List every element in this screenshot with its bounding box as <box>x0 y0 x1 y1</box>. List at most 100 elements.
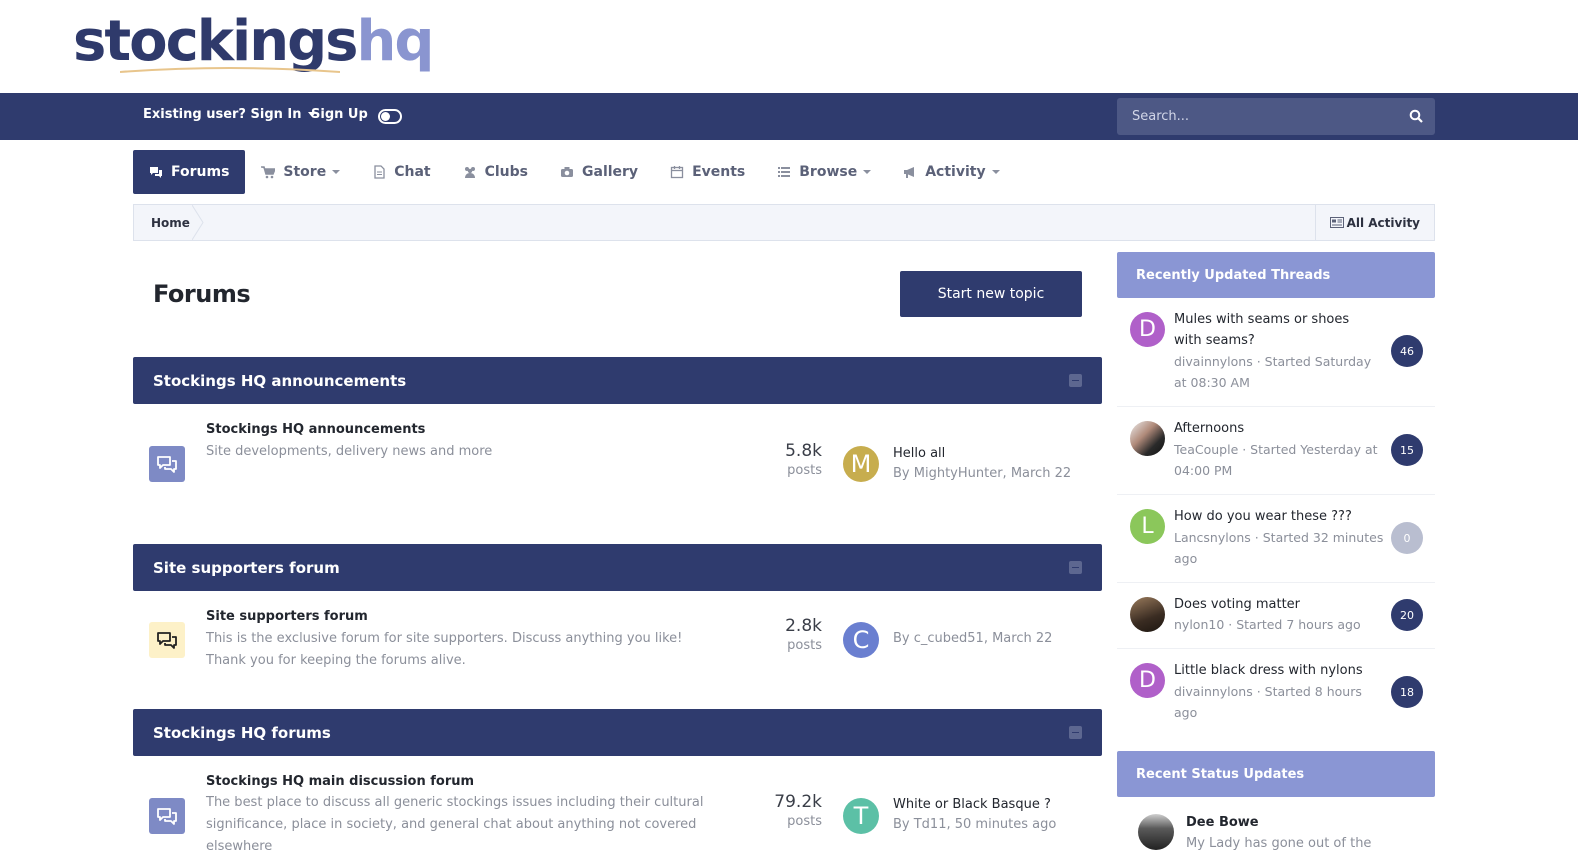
chevron-down-icon <box>863 170 872 174</box>
logo-swoosh-icon <box>120 67 340 73</box>
logo-text-accent: hq <box>356 9 435 74</box>
avatar[interactable] <box>1138 814 1174 850</box>
avatar[interactable]: C <box>843 622 879 658</box>
post-count-label: posts <box>787 463 822 478</box>
avatar[interactable]: M <box>843 446 879 482</box>
status-author[interactable]: Dee Bowe <box>1186 815 1259 830</box>
logo-text-main: stockings <box>73 9 358 74</box>
search-input[interactable] <box>1117 98 1397 135</box>
sign-up-link[interactable]: Sign Up <box>311 107 368 122</box>
thread-title[interactable]: How do you wear these ??? <box>1174 506 1379 527</box>
nav-gallery[interactable]: Gallery <box>544 150 654 194</box>
last-post-meta: By c_cubed51, March 22 <box>893 631 1053 646</box>
forum-row: Stockings HQ announcements Site developm… <box>133 404 1102 544</box>
forum-title[interactable]: Stockings HQ announcements <box>206 422 425 437</box>
reply-count-badge: 18 <box>1391 676 1423 708</box>
comments-icon <box>157 808 177 825</box>
thread-meta: Lancsnylons · Started 32 minutes ago <box>1174 530 1384 566</box>
thread-title[interactable]: Mules with seams or shoes with seams? <box>1174 309 1379 351</box>
reply-count-badge: 15 <box>1391 434 1423 466</box>
last-post-title[interactable]: Hello all <box>893 446 945 461</box>
forum-row: Site supporters forum This is the exclus… <box>133 591 1102 709</box>
forum-read-icon <box>149 446 185 482</box>
forum-description: The best place to discuss all generic st… <box>206 795 704 850</box>
breadcrumb-home[interactable]: Home <box>151 216 190 230</box>
forum-title[interactable]: Stockings HQ main discussion forum <box>206 774 474 789</box>
post-count: 79.2k posts <box>762 792 822 832</box>
thread-meta: TeaCouple · Started Yesterday at 04:00 P… <box>1174 442 1378 478</box>
collapse-icon[interactable] <box>1069 374 1082 387</box>
thread-item[interactable]: L How do you wear these ??? Lancsnylons … <box>1117 495 1435 583</box>
status-text: My Lady has gone out of the <box>1186 836 1372 851</box>
last-post-meta: By Td11, 50 minutes ago <box>893 817 1057 832</box>
thread-item[interactable]: Afternoons TeaCouple · Started Yesterday… <box>1117 407 1435 495</box>
avatar[interactable]: D <box>1130 312 1165 347</box>
nav-forums[interactable]: Forums <box>133 150 246 194</box>
avatar[interactable]: D <box>1130 663 1165 698</box>
thread-title[interactable]: Little black dress with nylons <box>1174 660 1379 681</box>
thread-meta: nylon10 · Started 7 hours ago <box>1174 617 1361 632</box>
post-count-value: 2.8k <box>785 616 822 636</box>
forum-read-icon <box>149 798 185 834</box>
comments-icon <box>150 167 162 178</box>
last-post-meta: By MightyHunter, March 22 <box>893 466 1072 481</box>
sign-in-link[interactable]: Existing user? Sign In <box>143 107 316 122</box>
breadcrumb: Home All Activity <box>133 204 1435 241</box>
user-bar: Existing user? Sign In Sign Up <box>0 93 1578 140</box>
avatar[interactable] <box>1130 421 1165 456</box>
avatar[interactable]: L <box>1130 509 1165 544</box>
reply-count-badge: 20 <box>1391 599 1423 631</box>
category-header[interactable]: Stockings HQ announcements <box>133 357 1102 404</box>
collapse-icon[interactable] <box>1069 561 1082 574</box>
nav-chat[interactable]: Chat <box>356 150 446 194</box>
post-count-label: posts <box>787 814 822 829</box>
post-count-value: 79.2k <box>774 792 822 812</box>
post-count-value: 5.8k <box>785 441 822 461</box>
thread-title[interactable]: Does voting matter <box>1174 594 1379 615</box>
nav-label: Clubs <box>484 164 528 180</box>
category-header[interactable]: Site supporters forum <box>133 544 1102 591</box>
nav-store[interactable]: Store <box>245 150 356 194</box>
category-title: Site supporters forum <box>153 558 340 577</box>
nav-browse[interactable]: Browse <box>761 150 887 194</box>
users-icon <box>464 167 475 178</box>
thread-item[interactable]: D Mules with seams or shoes with seams? … <box>1117 298 1435 407</box>
forum-description: Site developments, delivery news and mor… <box>206 444 493 459</box>
breadcrumb-separator-icon <box>192 205 204 240</box>
bullhorn-icon <box>904 167 915 178</box>
last-post-info: White or Black Basque ? By Td11, 50 minu… <box>893 795 1056 835</box>
toggle-knob <box>381 112 390 121</box>
theme-toggle[interactable] <box>378 109 402 124</box>
chevron-down-icon <box>991 170 1000 174</box>
post-count-label: posts <box>787 638 822 653</box>
sign-in-label: Existing user? Sign In <box>143 107 302 122</box>
start-new-topic-button[interactable]: Start new topic <box>900 271 1082 317</box>
camera-icon <box>561 167 573 177</box>
category-header[interactable]: Stockings HQ forums <box>133 709 1102 756</box>
all-activity-link[interactable]: All Activity <box>1314 205 1434 240</box>
forum-title[interactable]: Site supporters forum <box>206 609 368 624</box>
site-logo[interactable]: stockingshq <box>73 14 434 70</box>
thread-item[interactable]: Does voting matter nylon10 · Started 7 h… <box>1117 583 1435 649</box>
comments-icon <box>157 456 177 473</box>
nav-activity[interactable]: Activity <box>887 150 1015 194</box>
last-post-title[interactable]: White or Black Basque ? <box>893 797 1051 812</box>
search-box <box>1117 98 1435 135</box>
site-header: stockingshq <box>0 0 1578 93</box>
search-icon[interactable] <box>1409 109 1423 123</box>
nav-label: Activity <box>925 164 986 180</box>
page-title: Forums <box>153 280 251 308</box>
thread-title[interactable]: Afternoons <box>1174 418 1379 439</box>
thread-item[interactable]: D Little black dress with nylons divainn… <box>1117 649 1435 737</box>
avatar[interactable] <box>1130 597 1165 632</box>
collapse-icon[interactable] <box>1069 726 1082 739</box>
forum-description: This is the exclusive forum for site sup… <box>206 631 683 668</box>
comments-icon <box>157 632 177 649</box>
chevron-down-icon <box>332 170 341 174</box>
nav-events[interactable]: Events <box>654 150 761 194</box>
category-title: Stockings HQ forums <box>153 723 331 742</box>
nav-clubs[interactable]: Clubs <box>447 150 544 194</box>
nav-label: Browse <box>799 164 858 180</box>
avatar[interactable]: T <box>843 798 879 834</box>
list-icon <box>778 167 791 177</box>
